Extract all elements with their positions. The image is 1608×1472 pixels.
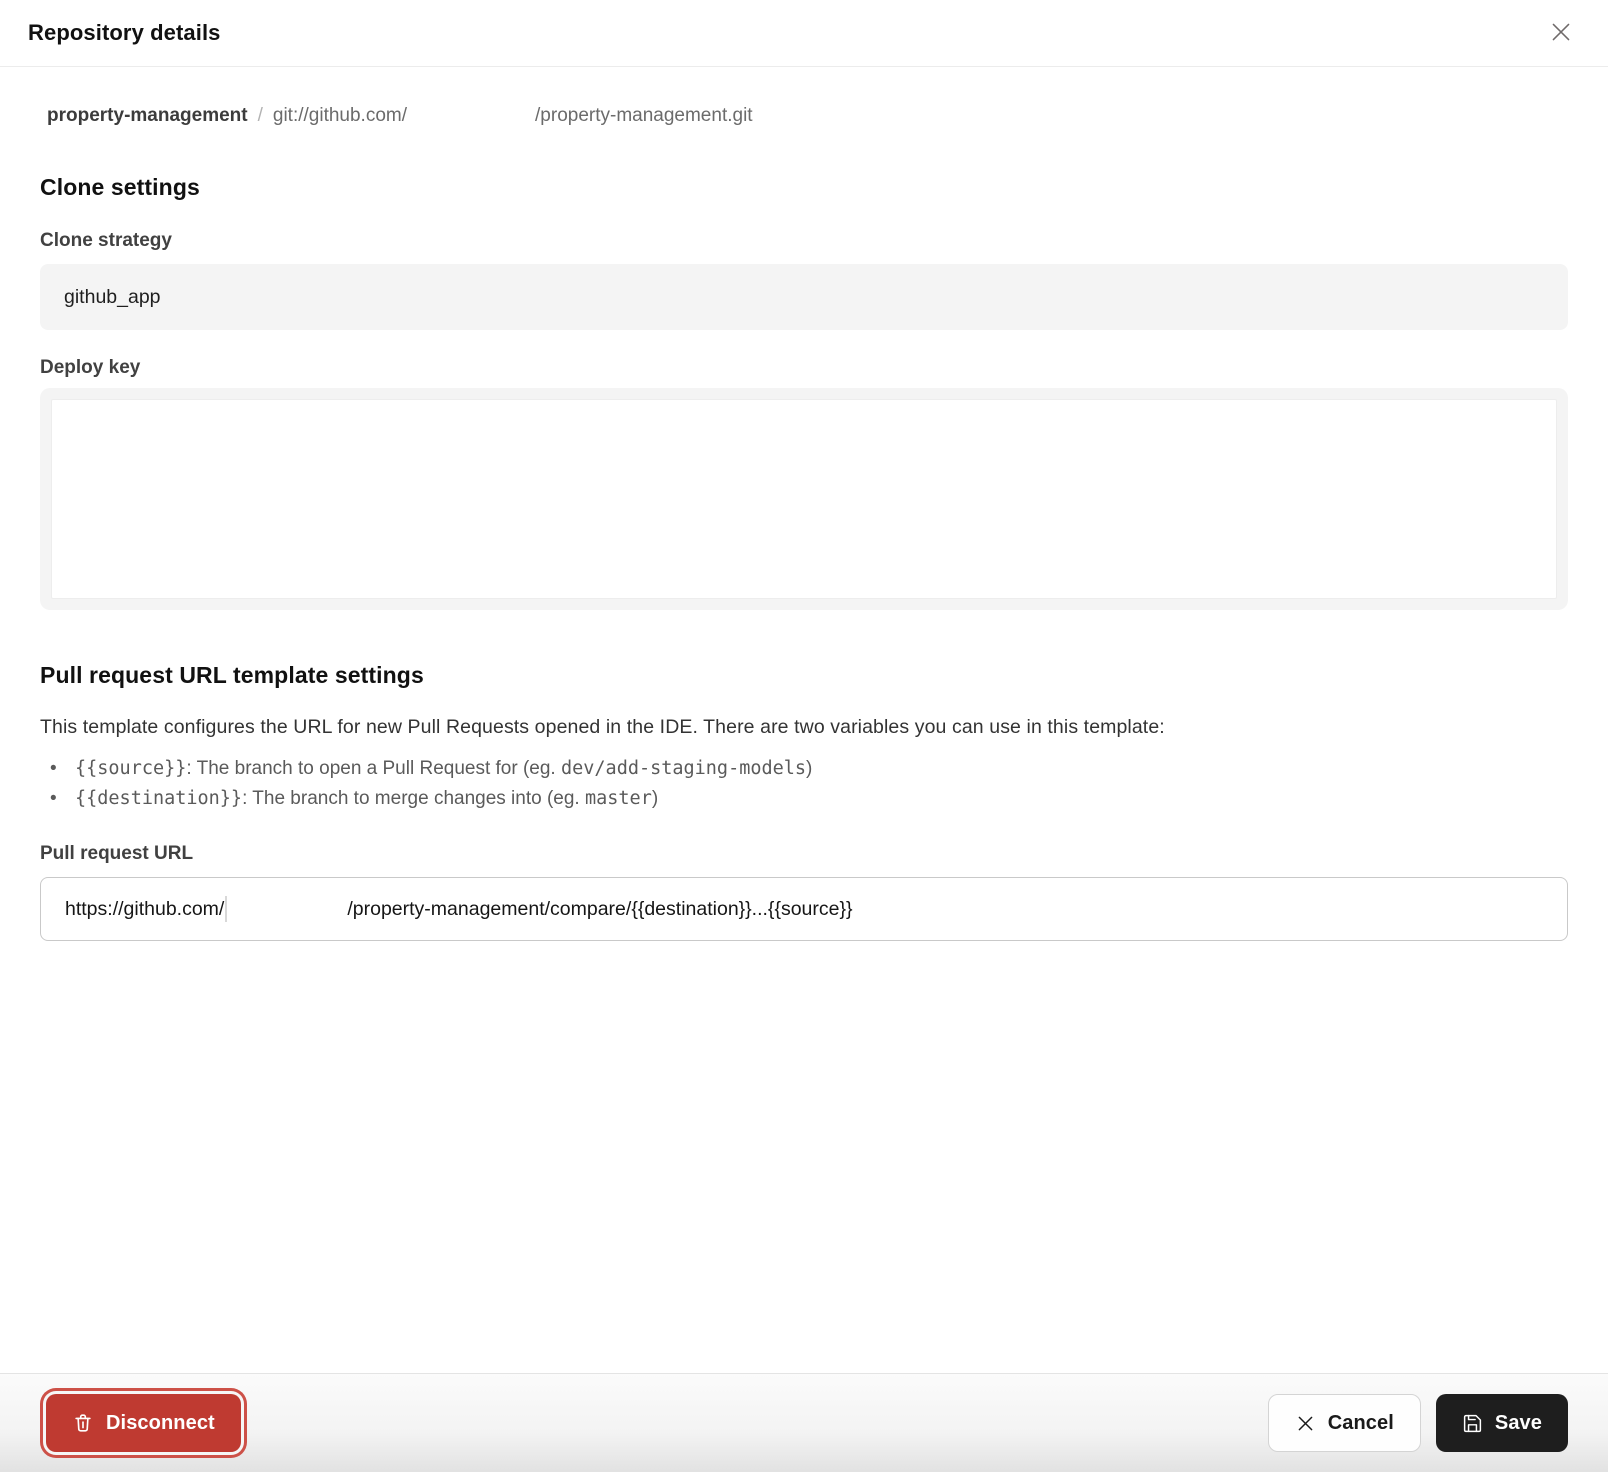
cancel-button-label: Cancel bbox=[1328, 1412, 1394, 1435]
clone-strategy-value: github_app bbox=[64, 286, 161, 309]
disconnect-button-label: Disconnect bbox=[106, 1412, 215, 1435]
cancel-button[interactable]: Cancel bbox=[1268, 1394, 1421, 1452]
modal-footer: Disconnect Cancel Save bbox=[0, 1373, 1608, 1472]
breadcrumb: property-management / git://github.com/ … bbox=[40, 105, 1568, 127]
pr-template-description: This template configures the URL for new… bbox=[40, 716, 1568, 739]
save-icon bbox=[1462, 1413, 1483, 1434]
breadcrumb-separator: / bbox=[258, 105, 263, 127]
pr-template-heading: Pull request URL template settings bbox=[40, 662, 1568, 689]
deploy-key-field-frame bbox=[40, 388, 1568, 610]
variable-source-paren: ) bbox=[806, 758, 812, 779]
list-item: {{source}}: The branch to open a Pull Re… bbox=[40, 754, 1568, 784]
variable-destination-desc: : The branch to merge changes into (eg. bbox=[242, 788, 585, 809]
variable-source: {{source}} bbox=[75, 758, 186, 779]
pr-url-label: Pull request URL bbox=[40, 843, 1568, 865]
save-button[interactable]: Save bbox=[1436, 1394, 1568, 1452]
pr-url-value-suffix: /property-management/compare/{{destinati… bbox=[347, 898, 852, 921]
breadcrumb-repo-name: property-management bbox=[47, 105, 248, 127]
pr-url-value-prefix: https://github.com/ bbox=[65, 898, 224, 921]
template-variable-list: {{source}}: The branch to open a Pull Re… bbox=[40, 754, 1568, 814]
variable-destination-paren: ) bbox=[652, 788, 658, 809]
clone-strategy-label: Clone strategy bbox=[40, 230, 1568, 252]
clone-strategy-field[interactable]: github_app bbox=[40, 264, 1568, 330]
breadcrumb-url-suffix: /property-management.git bbox=[535, 105, 753, 127]
variable-destination-example: master bbox=[585, 788, 652, 809]
list-item: {{destination}}: The branch to merge cha… bbox=[40, 784, 1568, 814]
disconnect-button[interactable]: Disconnect bbox=[46, 1394, 241, 1452]
page-title: Repository details bbox=[28, 20, 221, 46]
trash-icon bbox=[72, 1412, 94, 1434]
modal-body: property-management / git://github.com/ … bbox=[0, 67, 1608, 941]
deploy-key-label: Deploy key bbox=[40, 357, 1568, 379]
cancel-x-icon bbox=[1295, 1413, 1316, 1434]
breadcrumb-url-prefix: git://github.com/ bbox=[273, 105, 407, 127]
variable-destination: {{destination}} bbox=[75, 788, 242, 809]
clone-settings-heading: Clone settings bbox=[40, 174, 1568, 201]
close-icon bbox=[1548, 19, 1574, 48]
pr-url-input[interactable]: https://github.com/ /property-management/… bbox=[40, 877, 1568, 941]
deploy-key-textarea[interactable] bbox=[51, 399, 1557, 599]
footer-actions: Cancel Save bbox=[1268, 1394, 1568, 1452]
text-cursor bbox=[225, 896, 227, 922]
close-button[interactable] bbox=[1544, 16, 1578, 50]
save-button-label: Save bbox=[1495, 1412, 1542, 1435]
modal-header: Repository details bbox=[0, 0, 1608, 67]
variable-source-example: dev/add-staging-models bbox=[561, 758, 806, 779]
variable-source-desc: : The branch to open a Pull Request for … bbox=[186, 758, 561, 779]
